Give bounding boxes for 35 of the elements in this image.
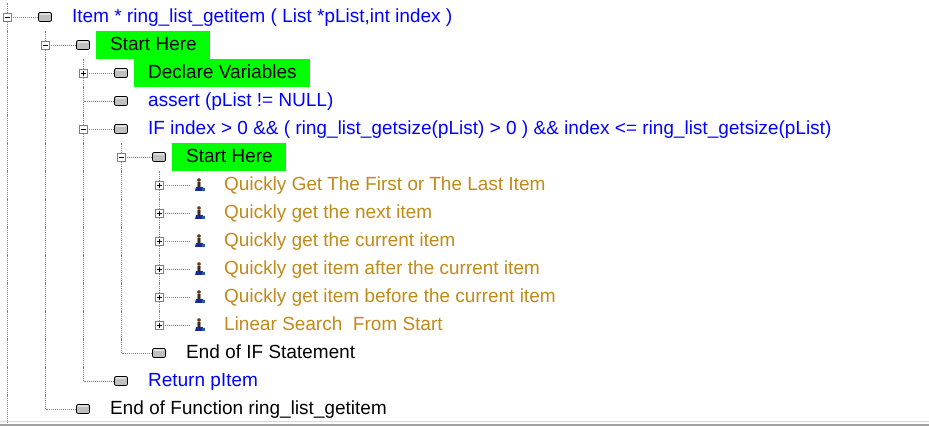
node-label[interactable]: Start Here bbox=[186, 146, 273, 167]
block-icon bbox=[114, 376, 128, 386]
expand-icon[interactable] bbox=[155, 321, 164, 330]
figure-icon bbox=[194, 206, 208, 220]
figure-icon bbox=[194, 234, 208, 248]
node-label[interactable]: Declare Variables bbox=[148, 62, 297, 83]
block-icon bbox=[152, 348, 166, 358]
collapse-icon[interactable] bbox=[41, 41, 50, 50]
figure-icon bbox=[194, 318, 208, 332]
block-icon bbox=[114, 96, 128, 106]
collapse-icon[interactable] bbox=[79, 125, 88, 134]
node-label[interactable]: End of IF Statement bbox=[186, 342, 355, 363]
figure-icon bbox=[194, 290, 208, 304]
node-label[interactable]: Return pItem bbox=[148, 370, 258, 391]
node-label[interactable]: assert (pList != NULL) bbox=[148, 90, 334, 111]
node-label[interactable]: End of Function ring_list_getitem bbox=[110, 398, 387, 419]
expand-icon[interactable] bbox=[155, 293, 164, 302]
collapse-icon[interactable] bbox=[117, 153, 126, 162]
block-icon bbox=[152, 152, 166, 162]
block-icon bbox=[38, 12, 52, 22]
node-label[interactable]: IF index > 0 && ( ring_list_getsize(pList) > 0 ) && index <= ring_list_getsize(pList) bbox=[148, 118, 832, 139]
expand-icon[interactable] bbox=[155, 237, 164, 246]
expand-icon[interactable] bbox=[155, 181, 164, 190]
collapse-icon[interactable] bbox=[3, 13, 12, 22]
expand-icon[interactable] bbox=[155, 209, 164, 218]
expand-icon[interactable] bbox=[79, 69, 88, 78]
figure-icon bbox=[194, 178, 208, 192]
node-label[interactable]: Item * ring_list_getitem ( List *pList,int index ) bbox=[72, 6, 452, 27]
block-icon bbox=[76, 40, 90, 50]
node-label[interactable]: Start Here bbox=[110, 34, 197, 55]
block-icon bbox=[114, 124, 128, 134]
expand-icon[interactable] bbox=[155, 265, 164, 274]
block-icon bbox=[76, 404, 90, 414]
block-icon bbox=[114, 68, 128, 78]
figure-icon bbox=[194, 262, 208, 276]
